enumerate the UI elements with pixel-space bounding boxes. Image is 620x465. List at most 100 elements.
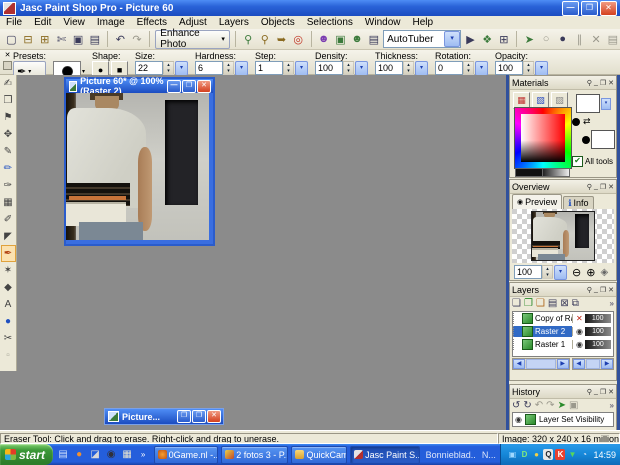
style-dot-icon[interactable] — [572, 118, 580, 126]
menu-effects[interactable]: Effects — [131, 17, 173, 28]
save-icon[interactable]: ▣ — [71, 31, 86, 48]
slider-dropdown[interactable]: ▾ — [235, 61, 248, 76]
float-icon[interactable]: ❐ — [600, 79, 606, 87]
pin-icon[interactable]: ⚲ — [587, 388, 592, 396]
close-icon[interactable]: ✕ — [608, 388, 614, 396]
arrow-icon[interactable]: ▼ — [567, 449, 577, 460]
maximize-button[interactable]: ❐ — [581, 1, 598, 16]
open-icon[interactable]: ⊟ — [21, 31, 36, 48]
printer-icon[interactable]: ▦ — [121, 448, 134, 461]
slider-dropdown[interactable]: ▾ — [554, 265, 567, 280]
minimize-icon[interactable]: _ — [594, 183, 598, 191]
image-window[interactable]: Picture 60* @ 100% (Raster 2) — ❐ ✕ — [64, 77, 215, 246]
density-input[interactable]: 100 — [315, 61, 343, 75]
float-icon[interactable]: ❐ — [600, 388, 606, 396]
run-script-icon[interactable]: ➤ — [522, 31, 537, 48]
clock-icon[interactable]: ◔ — [579, 449, 589, 460]
slider-dropdown[interactable]: ▾ — [175, 61, 188, 76]
foreground-material[interactable]: ▾ — [576, 94, 611, 113]
menu-view[interactable]: View — [57, 17, 91, 28]
selection-tool[interactable]: ❒ — [1, 92, 16, 109]
airbrush-tool[interactable]: ✶ — [1, 262, 16, 279]
color-picker[interactable] — [514, 107, 572, 169]
palette-grip[interactable]: ✕ — [2, 51, 13, 70]
apply-icon[interactable]: ➤ — [558, 400, 566, 411]
delete-layer-icon[interactable]: ⊠ — [560, 298, 568, 309]
visibility-icon[interactable]: ◉ — [576, 327, 583, 336]
maximize-button[interactable]: ❐ — [182, 80, 196, 93]
taskbar-button-2fotos[interactable]: 2 fotos 3 - P... — [221, 446, 288, 464]
scan-icon[interactable]: ✄ — [54, 31, 69, 48]
spinner-arrows[interactable]: ▴▾ — [223, 61, 234, 75]
zoom-out-icon[interactable]: ⊖ — [572, 266, 581, 279]
menu-selections[interactable]: Selections — [301, 17, 359, 28]
menu-adjust[interactable]: Adjust — [173, 17, 213, 28]
undo-icon[interactable]: ↶ — [113, 31, 128, 48]
slider-dropdown[interactable]: ▾ — [475, 61, 488, 76]
messenger-icon[interactable]: ▣ — [507, 449, 517, 460]
new-mask-layer-icon[interactable]: ▤ — [548, 298, 557, 309]
k-icon[interactable]: K — [555, 449, 565, 460]
minimize-icon[interactable]: _ — [594, 388, 598, 396]
key-icon[interactable]: ● — [531, 449, 541, 460]
crop-tool[interactable]: ⚑ — [1, 109, 16, 126]
media-icon[interactable]: ◪ — [89, 448, 102, 461]
taskbar-button-quickcam[interactable]: QuickCam — [291, 446, 347, 464]
tube-icon[interactable]: ❖ — [480, 31, 495, 48]
stop-record-icon[interactable]: ● — [555, 31, 570, 48]
redo-to-icon[interactable]: ↻ — [523, 400, 531, 411]
overview-zoom-input[interactable]: 100 — [514, 265, 542, 279]
print-icon[interactable]: ▤ — [87, 31, 102, 48]
layer-row-copy-of-raster[interactable]: Copy of Raste ✕100 — [513, 312, 613, 325]
menu-file[interactable]: File — [0, 17, 28, 28]
quicktime-icon[interactable]: Q — [543, 449, 553, 460]
pan-tool[interactable]: ✍ — [1, 75, 16, 92]
flood-fill-tool[interactable]: ◆ — [1, 279, 16, 296]
float-icon[interactable]: ❐ — [600, 183, 606, 191]
thickness-input[interactable]: 100 — [375, 61, 403, 75]
redo-icon[interactable]: ↷ — [130, 31, 145, 48]
object-selection-tool[interactable]: ▫ — [1, 347, 16, 364]
chevron-down-icon[interactable]: ▾ — [444, 31, 460, 47]
all-tools-checkbox[interactable]: ✔ All tools — [572, 156, 613, 167]
spinner-arrows[interactable]: ▴▾ — [542, 265, 553, 279]
browse-icon[interactable]: ⊞ — [37, 31, 52, 48]
slider-dropdown[interactable]: ▾ — [355, 61, 368, 76]
close-icon[interactable]: ✕ — [5, 52, 11, 59]
grid-icon[interactable]: ⊞ — [496, 31, 511, 48]
firefox-icon[interactable]: ● — [73, 448, 86, 461]
menu-layers[interactable]: Layers — [213, 17, 255, 28]
close-icon[interactable]: ✕ — [608, 286, 614, 294]
zoom-out-icon[interactable]: ⚲ — [257, 31, 272, 48]
d-icon[interactable]: D — [519, 449, 529, 460]
duplicate-layer-icon[interactable]: ⧉ — [572, 298, 579, 309]
scroll-left-icon[interactable]: ◀ — [513, 359, 525, 369]
redo-icon[interactable]: ↷ — [546, 400, 554, 411]
close-icon[interactable]: ✕ — [608, 183, 614, 191]
taskbar-button-jasc[interactable]: Jasc Paint S... — [350, 446, 420, 464]
picture-tube-tool[interactable]: ▦ — [1, 194, 16, 211]
pause-icon[interactable]: ∥ — [572, 31, 587, 48]
tab-preview[interactable]: ◉ Preview — [512, 194, 562, 209]
chevron-down-icon[interactable]: ▾ — [601, 98, 611, 110]
close-icon[interactable]: ✕ — [608, 79, 614, 87]
chevron-down-icon[interactable]: ▾ — [82, 68, 85, 75]
spinner-arrows[interactable]: ▴▾ — [463, 61, 474, 75]
layer-row-raster-2[interactable]: Raster 2 ◉100 — [513, 325, 613, 338]
script-edit-icon[interactable]: ▤ — [605, 31, 620, 48]
autotuber-combobox[interactable]: AutoTuber ▾ — [383, 30, 461, 48]
record-icon[interactable]: ○ — [539, 31, 554, 48]
foreground-swatch[interactable] — [515, 168, 543, 177]
slider-dropdown[interactable]: ▾ — [535, 61, 548, 76]
menu-window[interactable]: Window — [359, 17, 407, 28]
pin-icon[interactable]: ⚲ — [587, 183, 592, 191]
taskbar-button-n[interactable]: N... — [479, 447, 498, 463]
chevron-more-icon[interactable]: » — [610, 299, 614, 308]
scroll-right-icon[interactable]: ▶ — [601, 359, 613, 369]
save-quickscript-icon[interactable]: ▣ — [569, 400, 578, 411]
frame-icon[interactable]: ▤ — [366, 31, 381, 48]
step-input[interactable]: 1 — [255, 61, 283, 75]
undo-to-icon[interactable]: ↺ — [512, 400, 520, 411]
slider-dropdown[interactable]: ▾ — [415, 61, 428, 76]
foreground-color-swatch[interactable] — [576, 94, 600, 113]
